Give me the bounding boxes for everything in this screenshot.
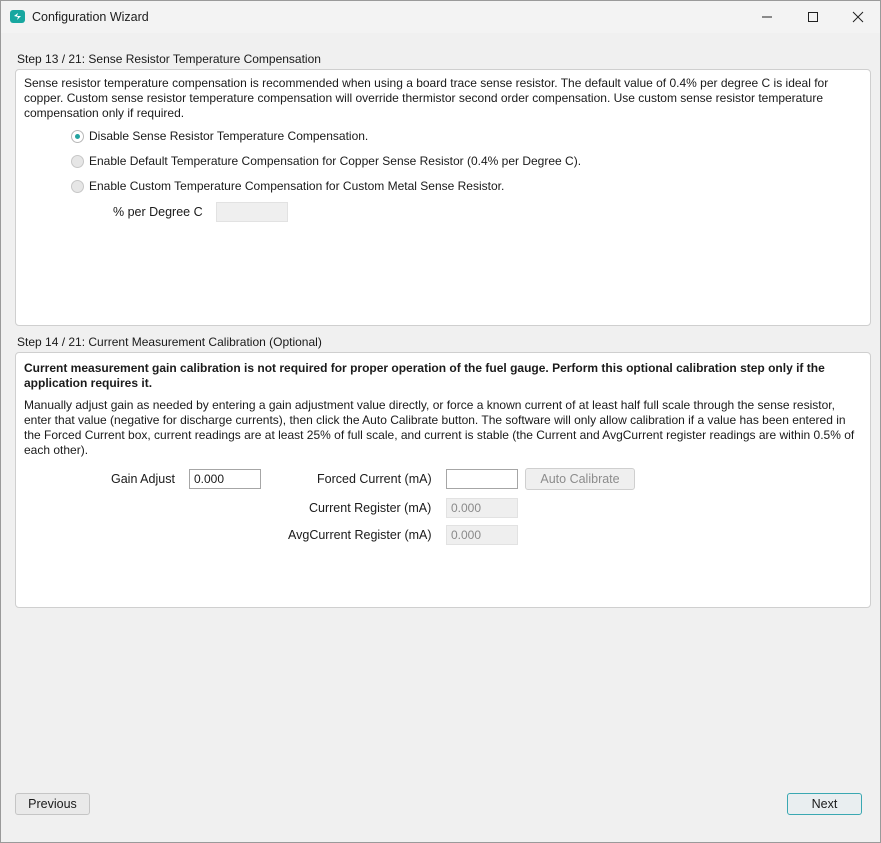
radio-disable-compensation[interactable]: Disable Sense Resistor Temperature Compe…: [71, 128, 368, 144]
radio-label: Disable Sense Resistor Temperature Compe…: [89, 129, 369, 143]
step13-description: Sense resistor temperature compensation …: [24, 76, 829, 120]
avgcurrent-register-label: AvgCurrent Register (mA): [288, 528, 432, 542]
previous-button[interactable]: Previous: [15, 793, 90, 815]
step13-header: Step 13 / 21: Sense Resistor Temperature…: [17, 52, 321, 66]
wizard-content: Step 13 / 21: Sense Resistor Temperature…: [2, 33, 879, 841]
forced-current-label: Forced Current (mA): [317, 472, 432, 486]
auto-calibrate-button[interactable]: Auto Calibrate: [525, 468, 635, 490]
gain-adjust-input[interactable]: [189, 469, 261, 489]
current-register-label: Current Register (mA): [309, 501, 432, 515]
next-button[interactable]: Next: [787, 793, 862, 815]
maximize-button[interactable]: [790, 1, 836, 32]
step14-description: Manually adjust gain as needed by enteri…: [24, 398, 855, 457]
step14-panel: Current measurement gain calibration is …: [15, 352, 871, 608]
current-register-field: [446, 498, 518, 518]
title-bar[interactable]: Configuration Wizard: [1, 1, 880, 33]
radio-custom-metal-compensation[interactable]: Enable Custom Temperature Compensation f…: [71, 178, 504, 194]
window-title: Configuration Wizard: [32, 10, 149, 24]
radio-label: Enable Default Temperature Compensation …: [89, 154, 582, 168]
percent-per-degree-input[interactable]: [216, 202, 288, 222]
minimize-icon: [762, 16, 772, 17]
minimize-button[interactable]: [744, 1, 790, 32]
step13-panel: Sense resistor temperature compensation …: [15, 69, 871, 326]
step14-bold-note: Current measurement gain calibration is …: [24, 361, 825, 390]
maximize-icon: [808, 11, 818, 22]
percent-per-degree-label: % per Degree C: [113, 205, 203, 219]
close-icon: [852, 11, 864, 22]
radio-label: Enable Custom Temperature Compensation f…: [89, 179, 505, 193]
avgcurrent-register-field: [446, 525, 518, 545]
close-button[interactable]: [835, 1, 881, 32]
app-icon: [10, 10, 25, 23]
configuration-wizard-window: Configuration Wizard Step 13 / 21: Sense…: [0, 0, 881, 843]
radio-selected-icon[interactable]: [71, 129, 84, 143]
gain-adjust-label: Gain Adjust: [111, 472, 175, 486]
radio-unselected-icon[interactable]: [71, 154, 84, 168]
step14-header: Step 14 / 21: Current Measurement Calibr…: [17, 335, 322, 349]
forced-current-input[interactable]: [446, 469, 518, 489]
radio-default-copper-compensation[interactable]: Enable Default Temperature Compensation …: [71, 153, 581, 169]
radio-unselected-icon[interactable]: [71, 179, 84, 193]
